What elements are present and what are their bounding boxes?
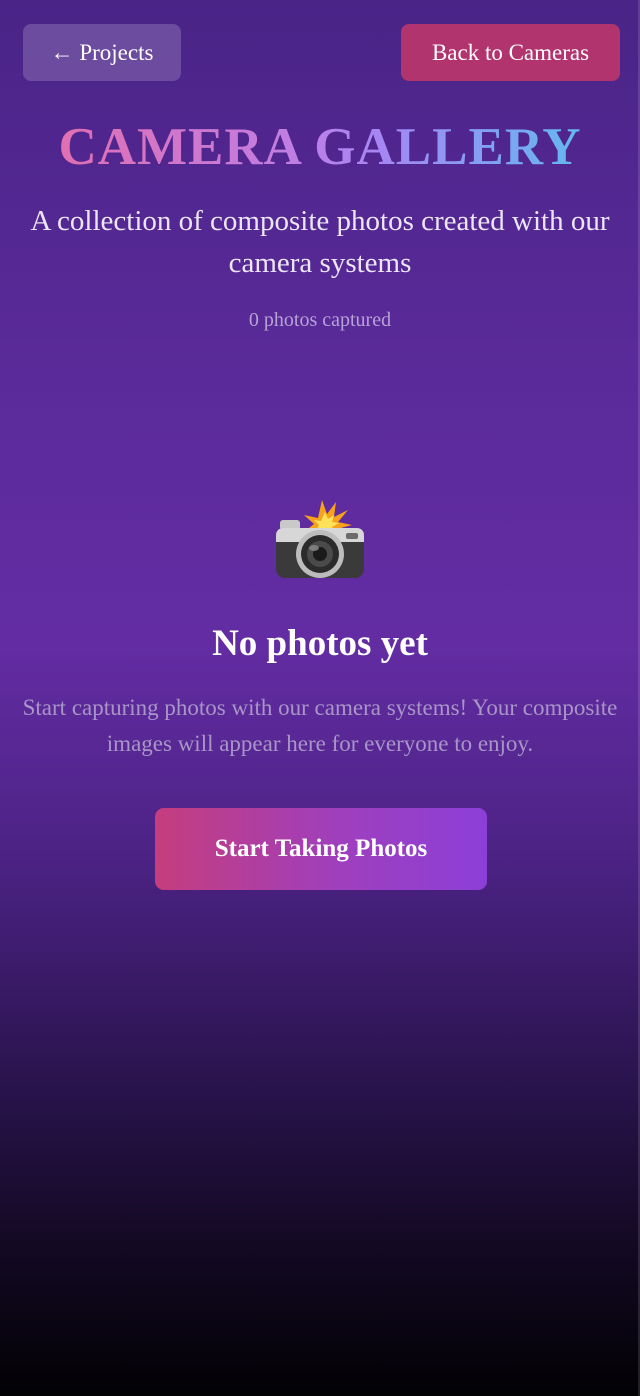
- top-navigation: ← Projects Back to Cameras: [23, 24, 620, 81]
- photo-count: 0 photos captured: [248, 309, 392, 331]
- camera-flash-icon: [270, 498, 370, 582]
- empty-state-description: Start capturing photos with our camera s…: [22, 695, 618, 756]
- start-taking-photos-button[interactable]: Start Taking Photos: [155, 808, 487, 890]
- page-title: CAMERA GALLERY: [0, 116, 640, 178]
- empty-state-title: No photos yet: [212, 623, 428, 664]
- back-to-cameras-button[interactable]: Back to Cameras: [401, 24, 620, 81]
- page-title-text: CAMERA GALLERY: [58, 118, 582, 176]
- projects-back-button[interactable]: ← Projects: [23, 24, 181, 81]
- page-subtitle: A collection of composite photos created…: [30, 205, 610, 279]
